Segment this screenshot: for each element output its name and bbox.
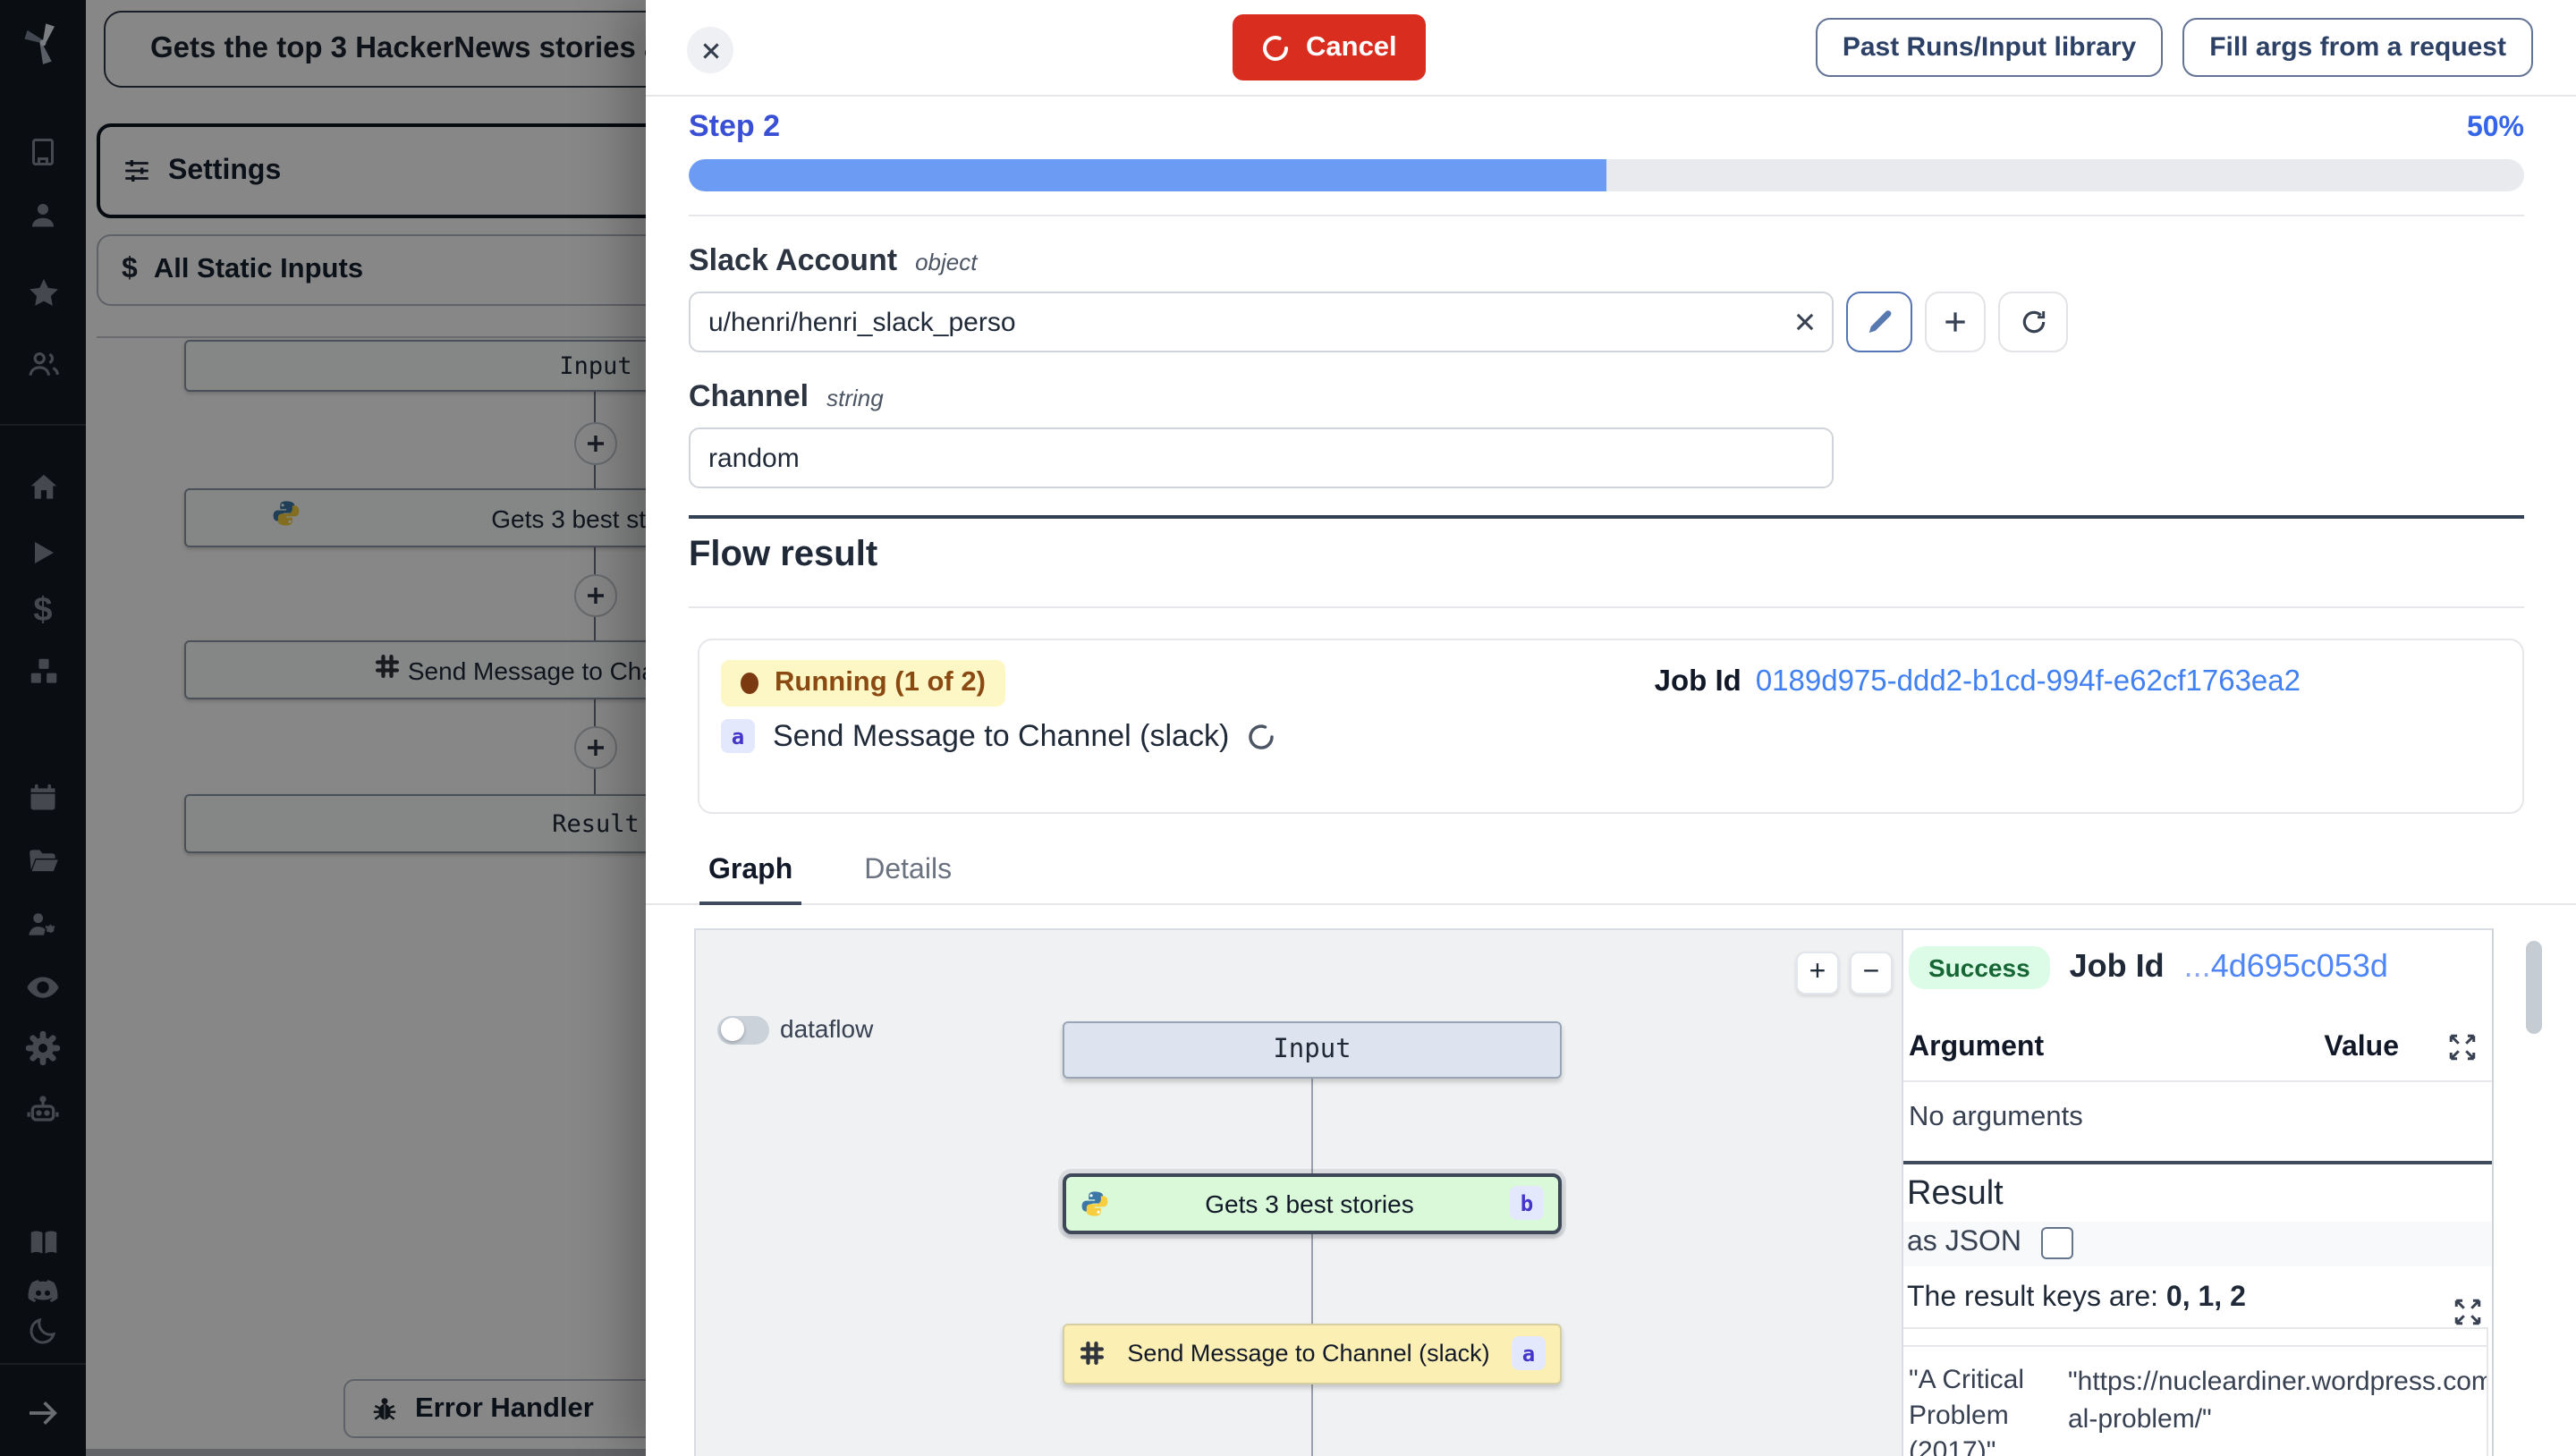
tab-graph[interactable]: Graph [699, 854, 801, 904]
job-id-link[interactable]: 0189d975-ddd2-b1cd-994f-e62cf1763ea2 [1756, 665, 2301, 699]
graph-node-input[interactable]: Input [1063, 1020, 1562, 1078]
scrollbar-thumb[interactable] [2526, 941, 2542, 1034]
divider [1903, 1079, 2492, 1081]
field-type: string [826, 385, 884, 411]
value-header: Value [2324, 1031, 2399, 1063]
table-header-row [1903, 1326, 2487, 1346]
dataflow-label: dataflow [780, 1013, 873, 1042]
expand-icon[interactable] [2447, 1032, 2478, 1062]
node-id-badge: b [1510, 1186, 1544, 1220]
slack-icon [1079, 1340, 1106, 1367]
step-spinner-icon [1247, 722, 1275, 750]
step-label: Step 2 [689, 109, 780, 145]
flow-connector [1311, 1078, 1313, 1172]
table-row[interactable]: "A Critical Problem (2017)" "https://nuc… [1903, 1346, 2487, 1456]
zoom-in-button[interactable]: + [1796, 951, 1839, 994]
dataflow-toggle[interactable] [717, 1015, 769, 1044]
step-id-badge: a [721, 719, 755, 753]
running-dot-icon [741, 672, 758, 693]
flow-run-drawer: Cancel Past Runs/Input library Fill args… [646, 0, 2576, 1456]
plus-icon [1941, 308, 1970, 336]
slack-account-input[interactable] [689, 292, 1834, 352]
result-tabs: Graph Details [646, 854, 2576, 904]
divider [689, 215, 2524, 216]
as-json-checkbox[interactable] [2041, 1227, 2073, 1259]
progress-fill [689, 159, 1606, 191]
past-runs-button[interactable]: Past Runs/Input library [1816, 18, 2163, 77]
clear-icon[interactable] [1792, 309, 1818, 334]
refresh-icon [2019, 308, 2047, 336]
heavy-divider [1903, 1160, 2492, 1164]
section-divider [689, 515, 2524, 519]
flow-connector [1311, 1233, 1313, 1323]
cancel-button[interactable]: Cancel [1233, 14, 1426, 80]
run-graph-pane: dataflow + − Input Gets 3 best stories [694, 927, 1903, 1456]
node-id-badge: a [1512, 1336, 1546, 1370]
divider [689, 605, 2524, 607]
field-label-channel: Channel [689, 379, 809, 415]
job-id-label: Job Id [1655, 665, 1741, 699]
channel-input[interactable] [689, 427, 1834, 488]
success-badge: Success [1909, 945, 2050, 988]
result-keys-values: 0, 1, 2 [2166, 1282, 2246, 1312]
modal-overlay[interactable] [0, 0, 646, 1456]
tab-details[interactable]: Details [855, 854, 961, 902]
drawer-body: Step 2 50% Slack Account object [646, 109, 2576, 1456]
argument-header: Argument [1909, 1031, 2044, 1063]
field-type: object [915, 249, 977, 275]
field-label-slack-account: Slack Account [689, 243, 897, 279]
job-detail-panel: Success Job Id ...4d695c053d Argument Va… [1903, 927, 2494, 1456]
current-step-label: Send Message to Channel (slack) [773, 718, 1229, 754]
drawer-header: Cancel Past Runs/Input library Fill args… [646, 0, 2576, 97]
progress-bar [689, 159, 2524, 191]
app-root: $ [0, 0, 2576, 1456]
close-button[interactable] [687, 27, 733, 73]
job-status-card: Running (1 of 2) Job Id 0189d975-ddd2-b1… [698, 638, 2524, 813]
result-section-title: Result [1907, 1174, 2492, 1214]
result-value: "https://nucleardiner.wordpress.com/2017… [2068, 1362, 2487, 1440]
result-key: "A Critical Problem (2017)" [1903, 1346, 2063, 1456]
spinner-icon [1261, 33, 1290, 62]
job-id-label: Job Id [2070, 948, 2165, 986]
result-table: "A Critical Problem (2017)" "https://nuc… [1903, 1326, 2488, 1456]
graph-region: dataflow + − Input Gets 3 best stories [694, 927, 2576, 1456]
running-badge: Running (1 of 2) [721, 659, 1005, 706]
pencil-icon [1865, 308, 1894, 336]
edit-resource-button[interactable] [1846, 292, 1912, 352]
expand-icon[interactable] [2453, 1296, 2483, 1326]
as-json-label: as JSON [1907, 1227, 2021, 1259]
flow-result-title: Flow result [689, 535, 2524, 576]
as-json-row: as JSON [1903, 1221, 2492, 1266]
graph-node-step-b[interactable]: Gets 3 best stories b [1063, 1172, 1562, 1233]
job-id-short-link[interactable]: 4d695c053d [2211, 948, 2388, 986]
python-icon [1080, 1189, 1109, 1217]
progress-percent: 50% [2467, 113, 2524, 145]
zoom-out-button[interactable]: − [1850, 951, 1893, 994]
add-resource-button[interactable] [1925, 292, 1986, 352]
result-keys-text: The result keys are: 0, 1, 2 [1907, 1282, 2492, 1314]
flow-connector [1311, 1384, 1313, 1456]
close-icon [699, 38, 722, 62]
fill-args-button[interactable]: Fill args from a request [2182, 18, 2533, 77]
graph-node-step-a[interactable]: Send Message to Channel (slack) a [1063, 1323, 1562, 1384]
refresh-button[interactable] [1998, 292, 2068, 352]
no-arguments-text: No arguments [1909, 1101, 2492, 1133]
